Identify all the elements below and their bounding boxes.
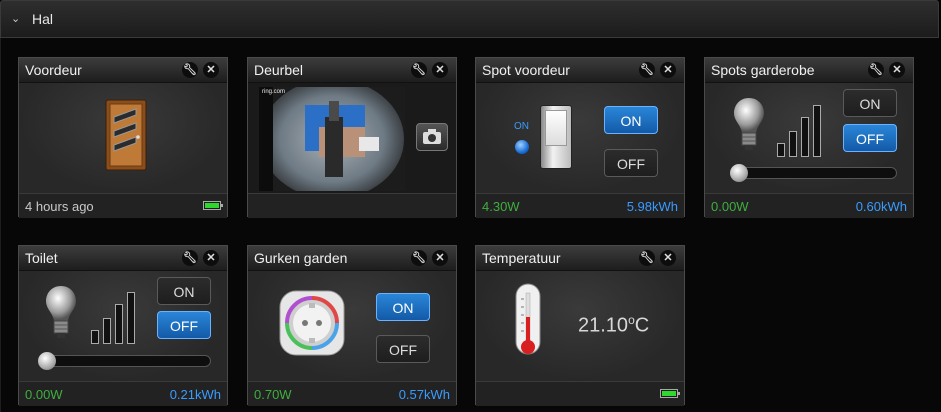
on-button[interactable]: ON — [157, 277, 211, 305]
close-icon[interactable]: ✕ — [660, 62, 676, 78]
room-title: Hal — [32, 11, 54, 27]
wrench-icon[interactable]: 🔧︎ — [639, 62, 655, 78]
wall-switch-toggle[interactable] — [540, 105, 572, 169]
tile-spot-voordeur[interactable]: Spot voordeur 🔧︎ ✕ ON ON OFF 4.30W 5.98k… — [475, 57, 685, 218]
energy-value: 0.21kWh — [169, 387, 221, 402]
close-icon[interactable]: ✕ — [432, 62, 448, 78]
off-button[interactable]: OFF — [157, 311, 211, 339]
tile-footer — [248, 193, 456, 218]
power-value: 4.30W — [482, 199, 520, 214]
tile-temperatuur[interactable]: Temperatuur 🔧︎ ✕ 21.10oC — [475, 245, 685, 406]
close-icon[interactable]: ✕ — [660, 250, 676, 266]
chevron-down-icon[interactable]: ⌄ — [11, 12, 20, 25]
tile-body: ON ON OFF — [476, 83, 684, 193]
tile-footer: 0.00W 0.21kWh — [19, 381, 227, 406]
tile-spots-garderobe[interactable]: Spots garderobe 🔧︎ ✕ ON OFF 0.00W 0.60kW… — [704, 57, 914, 218]
tile-body: ON OFF — [248, 271, 456, 381]
wrench-icon[interactable]: 🔧︎ — [639, 250, 655, 266]
tile-title: Gurken garden — [254, 250, 348, 266]
light-bulb-icon — [46, 286, 76, 338]
dim-level-bars — [91, 290, 143, 344]
tile-footer — [476, 381, 684, 406]
tile-header: Temperatuur 🔧︎ ✕ — [476, 246, 684, 271]
temperature-value: 21.10 — [578, 314, 629, 337]
wrench-icon[interactable]: 🔧︎ — [411, 62, 427, 78]
close-icon[interactable]: ✕ — [889, 62, 905, 78]
dim-level-bars — [777, 103, 829, 157]
wrench-icon[interactable]: 🔧︎ — [182, 250, 198, 266]
slider-handle[interactable] — [38, 352, 56, 370]
close-icon[interactable]: ✕ — [203, 250, 219, 266]
tile-footer: 4 hours ago — [19, 193, 227, 218]
camera-brand-text: ring.com — [262, 89, 286, 95]
power-value: 0.00W — [25, 387, 63, 402]
tile-footer: 0.00W 0.60kWh — [705, 193, 913, 218]
tile-title: Voordeur — [25, 62, 82, 78]
tile-body: ON OFF — [705, 83, 913, 193]
power-value: 0.00W — [711, 199, 749, 214]
on-button[interactable]: ON — [376, 293, 430, 321]
energy-value: 0.60kWh — [855, 199, 907, 214]
tile-footer: 0.70W 0.57kWh — [248, 381, 456, 406]
tile-title: Toilet — [25, 250, 58, 266]
tile-toilet[interactable]: Toilet 🔧︎ ✕ ON OFF 0.00W 0.21kWh — [18, 245, 228, 406]
off-button[interactable]: OFF — [604, 149, 658, 177]
tile-body: 21.10oC — [476, 271, 684, 381]
tile-footer: 4.30W 5.98kWh — [476, 193, 684, 218]
tile-deurbel[interactable]: Deurbel 🔧︎ ✕ ring.com — [247, 57, 457, 218]
door-icon — [105, 99, 147, 171]
tile-gurken-garden[interactable]: Gurken garden 🔧︎ ✕ ON OFF 0.70W 0.57kWh — [247, 245, 457, 406]
last-seen-text: 4 hours ago — [25, 199, 94, 214]
power-value: 0.70W — [254, 387, 292, 402]
off-button[interactable]: OFF — [376, 335, 430, 363]
temperature-readout: 21.10oC — [578, 313, 649, 338]
tile-title: Deurbel — [254, 62, 304, 78]
battery-icon — [203, 201, 223, 210]
on-button[interactable]: ON — [604, 106, 658, 134]
battery-icon — [660, 389, 680, 398]
close-icon[interactable]: ✕ — [432, 250, 448, 266]
off-button[interactable]: OFF — [843, 124, 897, 152]
smart-plug-icon — [279, 290, 345, 356]
energy-value: 5.98kWh — [626, 199, 678, 214]
wrench-icon[interactable]: 🔧︎ — [411, 250, 427, 266]
dimmer-slider[interactable] — [38, 352, 211, 370]
tile-header: Toilet 🔧︎ ✕ — [19, 246, 227, 271]
wrench-icon[interactable]: 🔧︎ — [182, 62, 198, 78]
tile-header: Spot voordeur 🔧︎ ✕ — [476, 58, 684, 83]
temperature-unit: C — [634, 314, 650, 337]
on-button[interactable]: ON — [843, 89, 897, 117]
tile-title: Spots garderobe — [711, 62, 815, 78]
thermometer-icon — [515, 283, 541, 355]
slider-handle[interactable] — [730, 164, 748, 182]
tile-body: ON OFF — [19, 271, 227, 381]
camera-snapshot[interactable] — [259, 87, 405, 191]
tile-body — [19, 83, 227, 193]
dimmer-slider[interactable] — [730, 164, 897, 182]
close-icon[interactable]: ✕ — [203, 62, 219, 78]
room-section-header[interactable]: ⌄ Hal — [0, 0, 939, 38]
tile-header: Gurken garden 🔧︎ ✕ — [248, 246, 456, 271]
tile-header: Voordeur 🔧︎ ✕ — [19, 58, 227, 83]
tile-voordeur[interactable]: Voordeur 🔧︎ ✕ 4 hours ago — [18, 57, 228, 218]
wrench-icon[interactable]: 🔧︎ — [868, 62, 884, 78]
on-indicator-dot — [515, 140, 529, 154]
camera-icon[interactable] — [416, 123, 448, 151]
energy-value: 0.57kWh — [398, 387, 450, 402]
tile-header: Spots garderobe 🔧︎ ✕ — [705, 58, 913, 83]
tile-title: Temperatuur — [482, 250, 561, 266]
tile-header: Deurbel 🔧︎ ✕ — [248, 58, 456, 83]
tile-body: ring.com — [248, 83, 456, 193]
on-indicator-label: ON — [514, 121, 529, 132]
light-bulb-icon — [734, 98, 764, 150]
temperature-degree: o — [628, 313, 635, 327]
tile-title: Spot voordeur — [482, 62, 570, 78]
